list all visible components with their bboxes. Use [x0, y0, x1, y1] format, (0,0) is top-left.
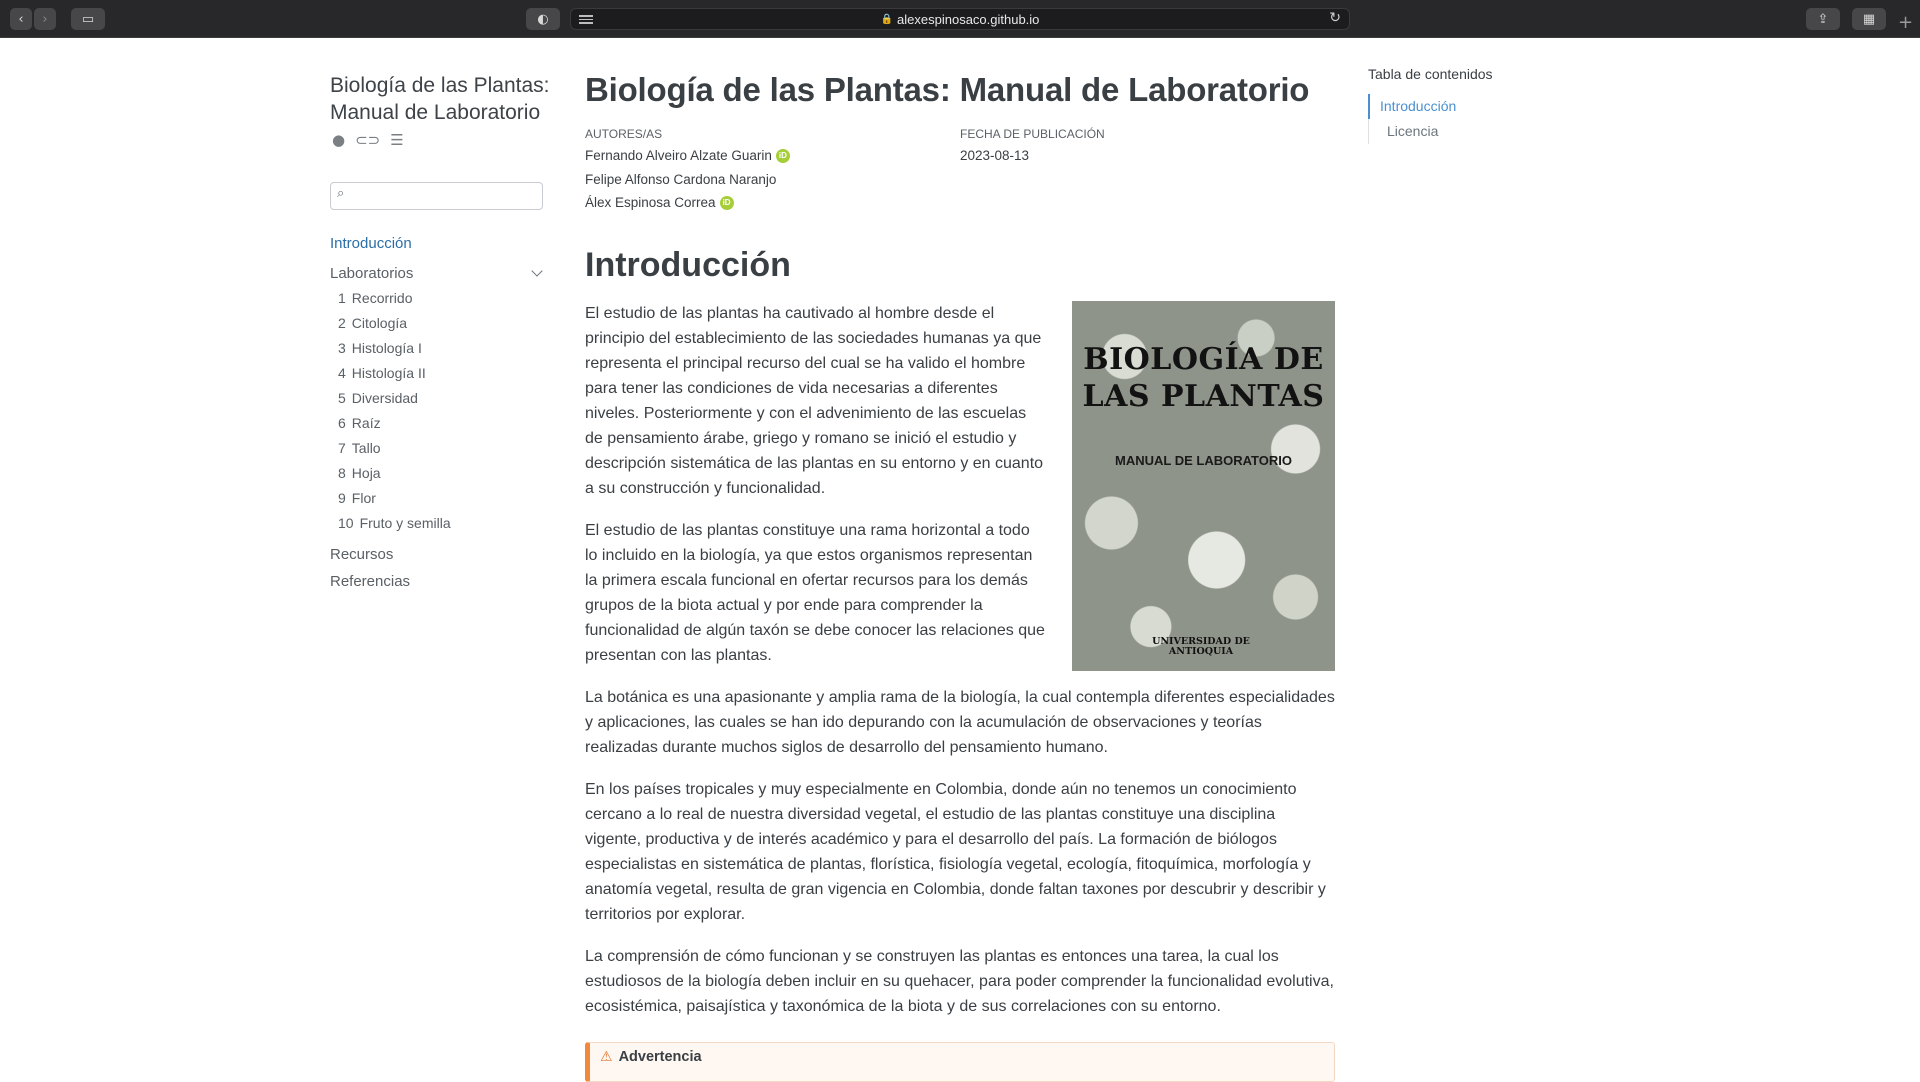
address-bar[interactable]: 🔒 alexespinosaco.github.io ↻ [570, 8, 1350, 30]
back-button[interactable]: ‹ [10, 8, 32, 30]
main-content: Biología de las Plantas: Manual de Labor… [585, 70, 1335, 1036]
lock-icon: 🔒 [880, 13, 894, 25]
intro-section: BIOLOGÍA DE LAS PLANTAS MANUAL DE LABORA… [585, 300, 1335, 1036]
table-of-contents: Tabla de contenidos Introducción Licenci… [1368, 66, 1568, 144]
date-label: FECHA DE PUBLICACIÓN [960, 127, 1105, 141]
authors-block: AUTORES/AS Fernando Alveiro Alzate Guari… [585, 127, 960, 215]
warning-callout: ⚠ Advertencia [585, 1042, 1335, 1082]
document-meta: AUTORES/AS Fernando Alveiro Alzate Guari… [585, 127, 1335, 215]
toggle-icon[interactable]: ⊂⊃ [355, 131, 380, 149]
reader-mode-icon[interactable]: ☰ [390, 131, 403, 149]
sidebar-item-introduccion[interactable]: Introducción [330, 233, 545, 260]
orcid-icon[interactable]: iD [719, 195, 734, 210]
page-title: Biología de las Plantas: Manual de Labor… [585, 71, 1310, 108]
sidebar-subitem[interactable]: 2 Citología [338, 312, 545, 337]
search-icon: ⌕ [337, 186, 345, 201]
date-block: FECHA DE PUBLICACIÓN 2023-08-13 [960, 127, 1105, 215]
sidebar-toggle-button[interactable]: ▭ [71, 8, 105, 30]
paragraph: La botánica es una apasionante y amplia … [585, 688, 1335, 756]
toc-item-introduccion[interactable]: Introducción [1368, 94, 1568, 119]
paragraph: La comprensión de cómo funcionan y se co… [585, 947, 1334, 1015]
orcid-icon[interactable]: iD [775, 148, 790, 163]
author-name: Felipe Alfonso Cardona Naranjo [585, 171, 777, 187]
sidebar-nav: Introducción Laboratorios 1 Recorrido 2 Ci… [330, 233, 545, 598]
sidebar-item-recursos[interactable]: Recursos [330, 544, 545, 571]
sidebar-subitem[interactable]: 9 Flor [338, 487, 545, 512]
sidebar-subitem[interactable]: 3 Histología I [338, 337, 545, 362]
publication-date: 2023-08-13 [960, 148, 1030, 163]
site-title[interactable]: Biología de las Plantas: Manual de Labor… [330, 72, 550, 126]
sidebar-subitem[interactable]: 6 Raíz [338, 412, 545, 437]
new-tab-icon[interactable]: + [1898, 12, 1913, 33]
search-input[interactable]: ⌕ [330, 182, 543, 210]
reload-icon[interactable]: ↻ [1329, 10, 1341, 26]
privacy-shield-icon[interactable]: ◐ [526, 8, 560, 30]
toc-title: Tabla de contenidos [1368, 66, 1493, 82]
sidebar-subitem[interactable]: 10 Fruto y semilla [338, 512, 545, 537]
callout-title: Advertencia [618, 1049, 702, 1065]
share-button[interactable]: ⇪ [1806, 8, 1840, 30]
book-cover-image: BIOLOGÍA DE LAS PLANTAS MANUAL DE LABORA… [1072, 300, 1335, 671]
page-menu-icon[interactable] [579, 13, 593, 26]
sidebar-subitem[interactable]: 1 Recorrido [338, 287, 545, 312]
chevron-down-icon[interactable] [531, 264, 543, 277]
paragraph: En los países tropicales y muy especialm… [585, 780, 1326, 923]
forward-button[interactable]: › [34, 8, 56, 30]
toc-list: Introducción Licencia [1368, 94, 1568, 144]
browser-toolbar: ‹ › ▭ ◐ 🔒 alexespinosaco.github.io ↻ ⇪ ▦… [0, 0, 1920, 38]
author-name: Fernando Alveiro Alzate Guarin iD [585, 144, 960, 168]
toc-item-licencia[interactable]: Licencia [1369, 119, 1568, 144]
warning-icon: ⚠ [600, 1049, 613, 1065]
sidebar-subitem[interactable]: 7 Tallo [338, 437, 545, 462]
address-url: alexespinosaco.github.io [897, 11, 1040, 27]
section-heading: Introducción [585, 245, 791, 284]
sidebar-subitem[interactable]: 8 Hoja [338, 462, 545, 487]
sidebar-subitem[interactable]: 4 Histología II [338, 362, 545, 387]
author-name: Álex Espinosa Correa iD [585, 191, 960, 215]
sidebar-subitem[interactable]: 5 Diversidad [338, 387, 545, 412]
tab-overview-button[interactable]: ▦ [1852, 8, 1886, 30]
callout-header: ⚠ Advertencia [600, 1049, 702, 1065]
laboratorios-list: 1 Recorrido 2 Citología 3 Histología I 4 His… [330, 287, 545, 537]
cover-university-logo: UNIVERSIDAD DE ANTIOQUIA [1152, 635, 1250, 657]
github-icon[interactable]: ● [332, 131, 345, 149]
cover-subtitle: MANUAL DE LABORATORIO [1115, 452, 1292, 468]
sidebar-item-referencias[interactable]: Referencias [330, 571, 545, 598]
site-tools: ● ⊂⊃ ☰ [332, 131, 404, 149]
sidebar-item-laboratorios[interactable]: Laboratorios [330, 260, 545, 287]
sidebar-item-label: Laboratorios [330, 264, 414, 282]
authors-label: AUTORES/AS [585, 127, 663, 141]
cover-title: BIOLOGÍA DE LAS PLANTAS [1082, 341, 1325, 414]
